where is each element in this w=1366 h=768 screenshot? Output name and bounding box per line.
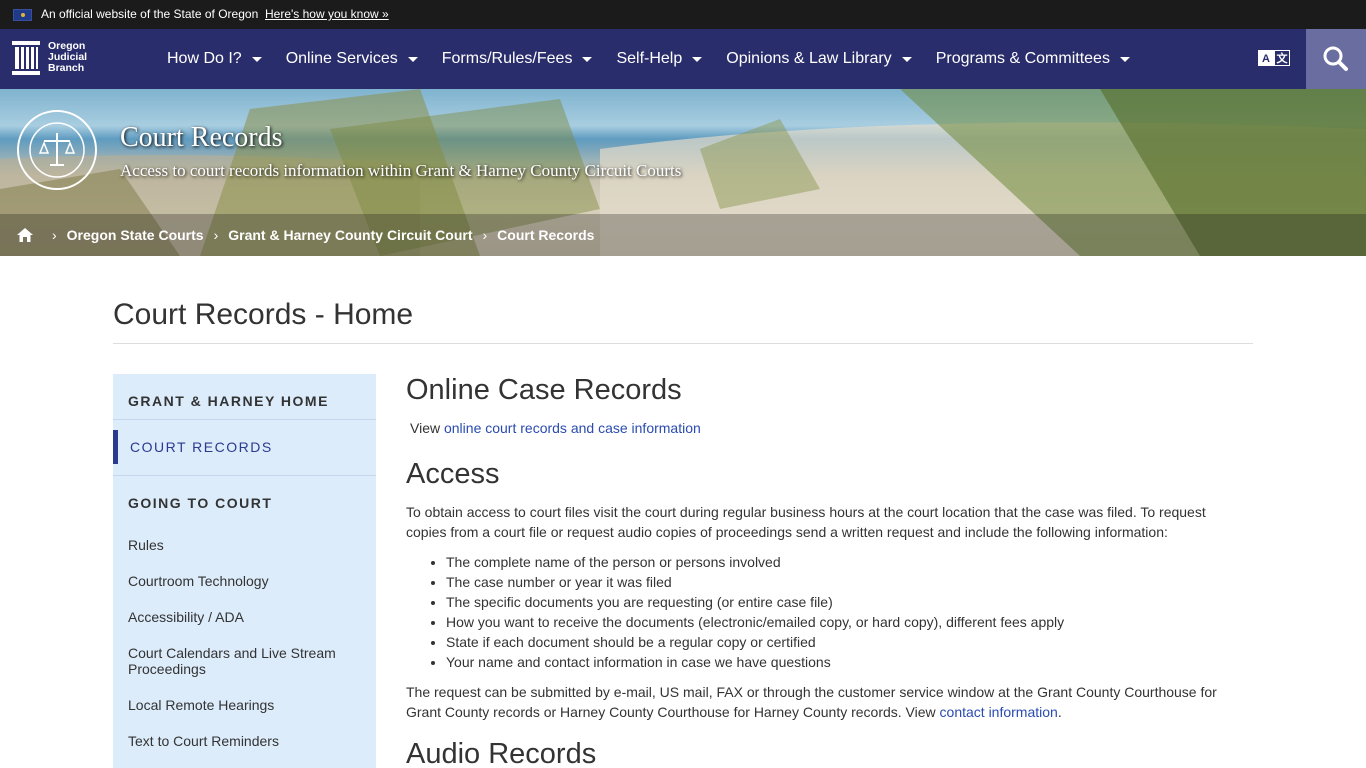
sidebar-item-rules[interactable]: Rules [128, 537, 368, 553]
request-paragraph: The request can be submitted by e-mail, … [406, 684, 1217, 720]
breadcrumb-grant-harney-court[interactable]: Grant & Harney County Circuit Court [228, 227, 472, 243]
online-records-link[interactable]: online court records and case informatio… [444, 420, 701, 436]
sidebar-item-accessibility-ada[interactable]: Accessibility / ADA [128, 609, 368, 625]
list-item: The case number or year it was filed [446, 572, 1064, 592]
chevron-right-icon: › [52, 227, 57, 243]
access-heading: Access [406, 458, 500, 490]
search-icon [1323, 46, 1348, 71]
caret-down-icon [407, 56, 418, 62]
heres-how-you-know-link[interactable]: Here's how you know » [265, 7, 389, 21]
official-site-banner: An official website of the State of Oreg… [0, 0, 1366, 29]
nav-menu: How Do I? Online Services Forms/Rules/Fe… [155, 29, 1142, 89]
sidebar-item-court-calendars[interactable]: Court Calendars and Live Stream Proceedi… [128, 645, 368, 677]
title-divider [113, 343, 1253, 344]
sidebar-section-going-to-court[interactable]: GOING TO COURT [113, 495, 376, 511]
contact-information-link[interactable]: contact information [940, 704, 1058, 720]
sidebar-item-courtroom-technology[interactable]: Courtroom Technology [128, 573, 368, 589]
access-paragraph: To obtain access to court files visit th… [406, 504, 1206, 540]
breadcrumb: › Oregon State Courts › Grant & Harney C… [16, 214, 594, 256]
audio-records-heading: Audio Records [406, 738, 597, 768]
hero-subtitle: Access to court records information with… [120, 161, 682, 180]
translate-button[interactable]: A 文 [1258, 50, 1291, 68]
sidebar: GRANT & HARNEY HOME COURT RECORDS GOING … [113, 374, 376, 768]
pillar-logo-icon [12, 41, 40, 75]
sidebar-divider [113, 419, 376, 420]
sidebar-item-grant-harney-home[interactable]: GRANT & HARNEY HOME [113, 393, 376, 409]
sidebar-item-court-records[interactable]: COURT RECORDS [113, 439, 376, 455]
logo-wordmark: Oregon Judicial Branch [48, 40, 88, 74]
ojd-logo[interactable]: Oregon Judicial Branch [12, 41, 102, 77]
list-item: How you want to receive the documents (e… [446, 612, 1064, 632]
sidebar-divider [113, 475, 376, 476]
translate-icon: A [1258, 50, 1274, 66]
caret-down-icon [1119, 56, 1130, 62]
nav-online-services[interactable]: Online Services [274, 29, 430, 89]
breadcrumb-current: Court Records [497, 227, 595, 243]
home-icon[interactable] [16, 226, 34, 244]
list-item: The specific documents you are requestin… [446, 592, 1064, 612]
search-button[interactable] [1306, 29, 1366, 89]
hero-title: Court Records [120, 122, 283, 153]
list-item: State if each document should be a regul… [446, 632, 1064, 652]
sidebar-item-text-reminders[interactable]: Text to Court Reminders [128, 733, 368, 749]
breadcrumb-bar: › Oregon State Courts › Grant & Harney C… [0, 214, 1366, 256]
nav-opinions-law-library[interactable]: Opinions & Law Library [714, 29, 923, 89]
nav-how-do-i[interactable]: How Do I? [155, 29, 274, 89]
page-title: Court Records - Home [113, 298, 414, 331]
oregon-flag-icon [13, 9, 32, 21]
chevron-right-icon: › [213, 227, 219, 243]
online-records-line: View online court records and case infor… [410, 420, 701, 436]
request-info-list: The complete name of the person or perso… [446, 552, 1064, 672]
nav-programs-committees[interactable]: Programs & Committees [924, 29, 1142, 89]
online-case-records-heading: Online Case Records [406, 374, 682, 406]
caret-down-icon [692, 56, 703, 62]
judicial-department-seal [17, 110, 97, 190]
caret-down-icon [582, 56, 593, 62]
main-navigation: Oregon Judicial Branch How Do I? Online … [0, 29, 1366, 89]
hero-banner: Court Records Access to court records in… [0, 89, 1366, 256]
official-site-text: An official website of the State of Oreg… [41, 7, 259, 21]
sidebar-item-local-remote-hearings[interactable]: Local Remote Hearings [128, 697, 368, 713]
caret-down-icon [901, 56, 912, 62]
nav-forms-rules-fees[interactable]: Forms/Rules/Fees [430, 29, 605, 89]
chevron-right-icon: › [482, 227, 488, 243]
list-item: The complete name of the person or perso… [446, 552, 1064, 572]
caret-down-icon [251, 56, 262, 62]
breadcrumb-oregon-state-courts[interactable]: Oregon State Courts [67, 227, 204, 243]
nav-self-help[interactable]: Self-Help [604, 29, 714, 89]
list-item: Your name and contact information in cas… [446, 652, 1064, 672]
